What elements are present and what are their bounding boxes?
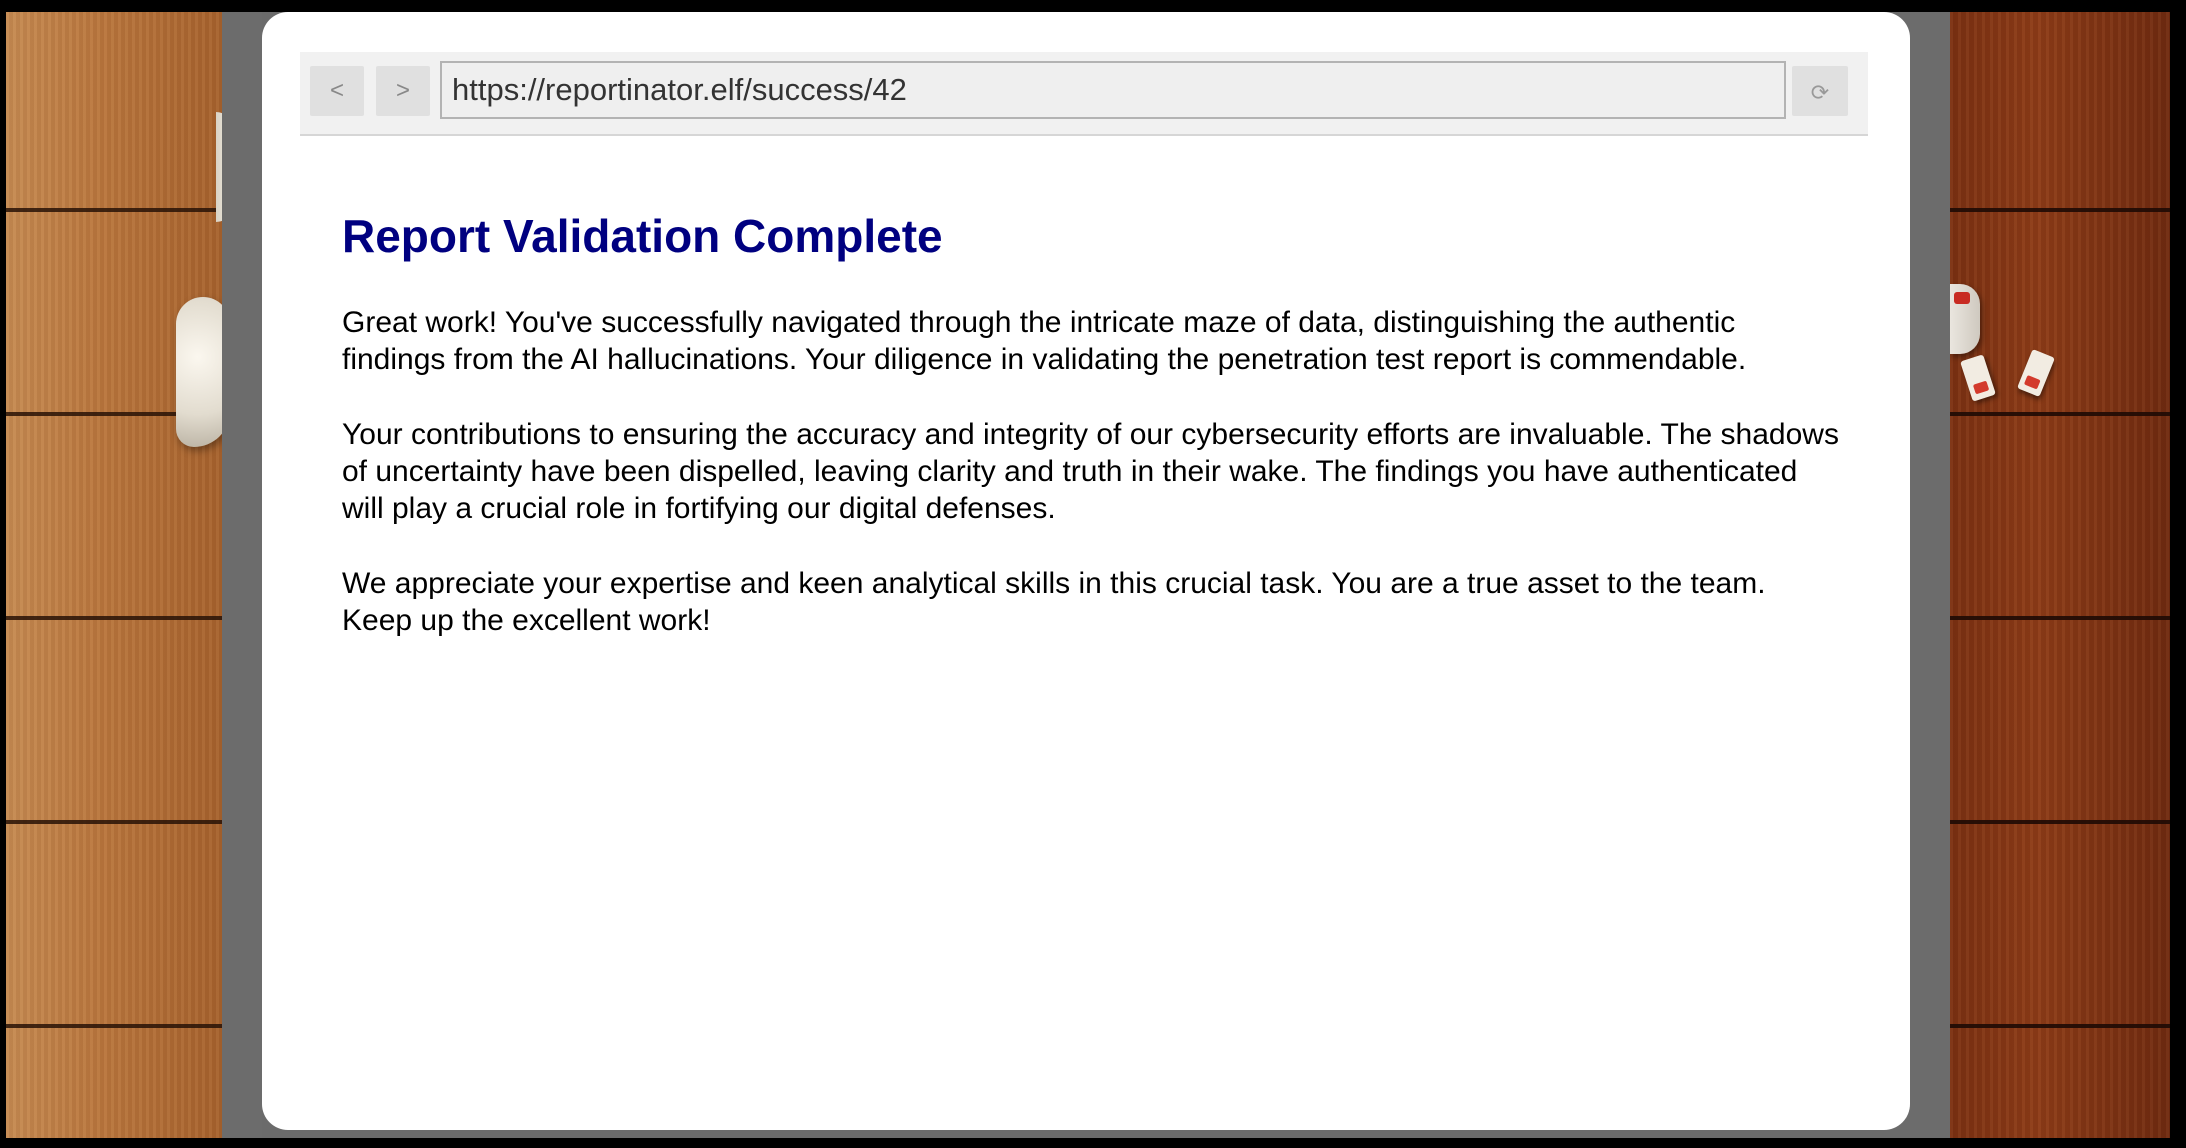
page-content: Report Validation Complete Great work! Y… xyxy=(342,210,1842,677)
back-button[interactable]: < xyxy=(310,66,364,116)
clip-decoration xyxy=(1950,284,1980,354)
reload-icon[interactable]: ⟳ xyxy=(1792,66,1848,116)
paragraph-intro: Great work! You've successfully navigate… xyxy=(342,306,1747,376)
url-input[interactable]: https://reportinator.elf/success/42 xyxy=(440,61,1786,119)
backdrop-gutter-left xyxy=(222,12,262,1138)
backdrop-gutter-right xyxy=(1910,12,1950,1138)
browser-window: < > https://reportinator.elf/success/42 … xyxy=(262,12,1910,1130)
desktop-frame: < > https://reportinator.elf/success/42 … xyxy=(6,12,2170,1138)
browser-toolbar: < > https://reportinator.elf/success/42 … xyxy=(300,52,1868,136)
paragraph-appreciation: We appreciate your expertise and keen an… xyxy=(342,567,1766,637)
paragraph-contributions: Your contributions to ensuring the accur… xyxy=(342,418,1839,525)
wood-background-right xyxy=(1950,12,2170,1138)
wood-background-left xyxy=(6,12,222,1138)
forward-button[interactable]: > xyxy=(376,66,430,116)
page-title: Report Validation Complete xyxy=(342,210,943,262)
